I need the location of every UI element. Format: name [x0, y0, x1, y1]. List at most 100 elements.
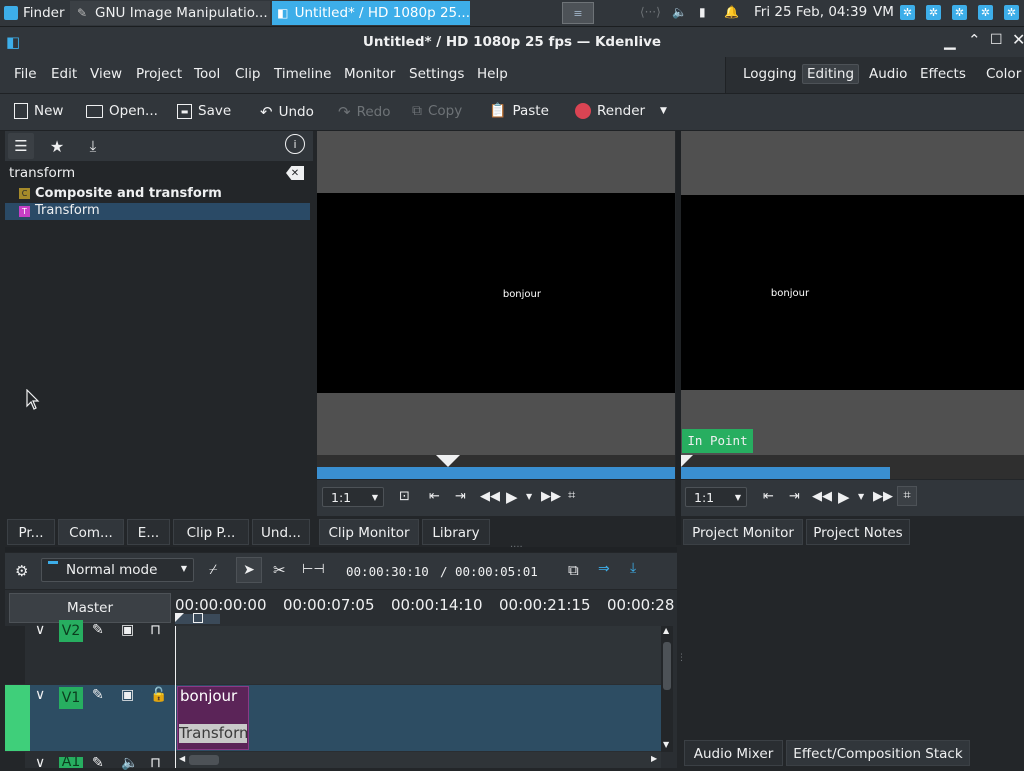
- timeline-splitter[interactable]: ····: [5, 542, 677, 553]
- set-out-point-icon[interactable]: ⇥: [789, 489, 800, 504]
- layout-audio[interactable]: Audio: [866, 66, 910, 82]
- overwrite-clip-icon[interactable]: ⤓: [630, 560, 636, 576]
- track-audio-icon[interactable]: 🔈: [121, 755, 138, 771]
- tab-effects[interactable]: E...: [127, 519, 170, 545]
- selection-tool-icon[interactable]: ➤: [236, 557, 262, 583]
- layout-logging[interactable]: Logging: [740, 66, 800, 82]
- play-options-chevron-icon[interactable]: ▼: [858, 492, 864, 501]
- paste-button[interactable]: 📋 Paste: [489, 103, 549, 119]
- tab-compositions[interactable]: Com...: [58, 519, 124, 545]
- menu-project[interactable]: Project: [136, 66, 182, 82]
- track-v1-lane[interactable]: bonjour Transform: [175, 685, 661, 751]
- save-button[interactable]: ▬ Save: [177, 103, 231, 119]
- timeline-duration[interactable]: 00:00:05:01: [455, 564, 538, 579]
- restore-icon[interactable]: ⌃: [968, 31, 981, 49]
- layout-editing[interactable]: Editing: [802, 64, 860, 84]
- clip-effect-label[interactable]: Transform: [179, 724, 247, 743]
- minimize-icon[interactable]: ▁: [944, 32, 956, 50]
- tab-project-notes[interactable]: Project Notes: [806, 519, 910, 545]
- set-in-point-icon[interactable]: ⇤: [763, 489, 774, 504]
- clip-monitor-ruler[interactable]: [317, 455, 675, 479]
- tab-clip-monitor[interactable]: Clip Monitor: [319, 519, 419, 545]
- timeline-settings-icon[interactable]: ⚙: [15, 562, 28, 580]
- track-lock-icon[interactable]: ⊓: [150, 755, 161, 771]
- menu-clip[interactable]: Clip: [235, 66, 261, 82]
- crop-icon[interactable]: ⌗: [568, 488, 575, 503]
- clock[interactable]: Fri 25 Feb, 04:39: [754, 4, 867, 20]
- maximize-icon[interactable]: ☐: [990, 32, 1003, 48]
- list-view-icon[interactable]: ☰: [8, 133, 34, 159]
- tray-gear-icon[interactable]: ✲: [952, 5, 967, 20]
- menu-monitor[interactable]: Monitor: [344, 66, 395, 82]
- cut-tool-icon[interactable]: ✂: [273, 561, 286, 579]
- info-icon[interactable]: i: [285, 134, 305, 154]
- track-collapse-chevron-icon[interactable]: ∨: [35, 755, 45, 771]
- taskbar-item-gimp[interactable]: ✎ GNU Image Manipulatio...: [70, 1, 270, 25]
- spacer-tool-icon[interactable]: ⊢⊣: [302, 562, 325, 577]
- track-video-icon[interactable]: ▣: [121, 622, 134, 638]
- scroll-left-icon[interactable]: ◀: [179, 754, 185, 763]
- open-button[interactable]: Open...: [86, 103, 158, 119]
- keyboard-layout[interactable]: VM: [873, 4, 894, 20]
- play-icon[interactable]: ▶: [506, 488, 518, 506]
- clip-monitor[interactable]: bonjour: [317, 131, 675, 455]
- redo-button[interactable]: ↷ Redo: [338, 103, 391, 121]
- close-icon[interactable]: ✕: [1012, 30, 1024, 49]
- timeline-ruler[interactable]: 00:00:00:00 00:00:07:05 00:00:14:10 00:0…: [175, 590, 677, 626]
- battery-icon[interactable]: ▮: [699, 5, 706, 19]
- scrollbar-thumb[interactable]: [189, 755, 219, 765]
- tab-library[interactable]: Library: [422, 519, 490, 545]
- clip-monitor-zoom-select[interactable]: 1:1 ▼: [322, 487, 384, 507]
- copy-button[interactable]: ⧉ Copy: [412, 103, 462, 119]
- track-v1-name[interactable]: V1: [59, 687, 83, 709]
- timeline-clip[interactable]: bonjour Transform: [177, 686, 249, 750]
- track-a1-name[interactable]: A1: [59, 757, 83, 768]
- timeline-horizontal-scrollbar[interactable]: ◀ ▶: [175, 752, 661, 768]
- project-monitor-zoom-select[interactable]: 1:1 ▼: [685, 487, 747, 507]
- new-button[interactable]: New: [14, 103, 63, 119]
- fit-zoom-icon[interactable]: ⊡: [399, 489, 410, 504]
- playhead-marker-icon[interactable]: [436, 455, 460, 467]
- effect-list-item[interactable]: C Composite and transform: [5, 185, 311, 202]
- track-v2-lane[interactable]: [175, 626, 661, 684]
- play-options-chevron-icon[interactable]: ▼: [526, 492, 532, 501]
- render-button[interactable]: Render: [575, 103, 645, 119]
- tab-undo-history[interactable]: Und...: [252, 519, 310, 545]
- network-icon[interactable]: ⟨···⟩: [640, 5, 661, 19]
- menu-view[interactable]: View: [90, 66, 122, 82]
- taskbar-item-kdenlive[interactable]: ◧ Untitled* / HD 1080p 25...: [272, 1, 470, 25]
- layout-color[interactable]: Color: [983, 66, 1024, 82]
- crop-icon[interactable]: ⌗: [897, 486, 917, 506]
- favorites-star-icon[interactable]: ★: [46, 133, 68, 159]
- track-effect-icon[interactable]: ✎: [92, 622, 104, 638]
- menu-edit[interactable]: Edit: [51, 66, 77, 82]
- pager-desktop[interactable]: ≡: [562, 2, 594, 24]
- tab-effect-composition-stack[interactable]: Effect/Composition Stack: [786, 740, 970, 766]
- taskbar-item-finder[interactable]: Finder: [0, 1, 68, 25]
- edit-mode-select[interactable]: Normal mode ▼: [41, 558, 194, 582]
- tab-project-monitor[interactable]: Project Monitor: [683, 519, 803, 545]
- notification-bell-icon[interactable]: 🔔: [724, 5, 739, 19]
- tab-audio-mixer[interactable]: Audio Mixer: [684, 740, 783, 766]
- project-monitor-ruler[interactable]: [681, 455, 1024, 479]
- track-collapse-chevron-icon[interactable]: ∨: [35, 687, 45, 703]
- tray-gear-icon[interactable]: ✲: [978, 5, 993, 20]
- master-button[interactable]: Master: [9, 593, 171, 623]
- menu-tool[interactable]: Tool: [194, 66, 220, 82]
- scrollbar-thumb[interactable]: [663, 642, 671, 690]
- razor-split-icon[interactable]: ⌿: [209, 562, 217, 578]
- menu-help[interactable]: Help: [477, 66, 508, 82]
- track-effect-icon[interactable]: ✎: [92, 755, 104, 771]
- fast-forward-icon[interactable]: ▶▶: [541, 489, 561, 504]
- scroll-right-icon[interactable]: ▶: [651, 754, 657, 763]
- undo-button[interactable]: ↶ Undo: [260, 103, 314, 121]
- split-audio-icon[interactable]: ⧉: [568, 561, 579, 579]
- playhead-marker-icon[interactable]: [681, 455, 695, 467]
- volume-icon[interactable]: 🔈: [672, 5, 687, 19]
- download-icon[interactable]: ⤓: [82, 133, 104, 159]
- rewind-icon[interactable]: ◀◀: [812, 489, 832, 504]
- tab-project-bin[interactable]: Pr...: [7, 519, 55, 545]
- clear-search-icon[interactable]: ✕: [286, 166, 304, 180]
- track-effect-icon[interactable]: ✎: [92, 687, 104, 703]
- effects-search-input[interactable]: transform ✕: [5, 162, 311, 184]
